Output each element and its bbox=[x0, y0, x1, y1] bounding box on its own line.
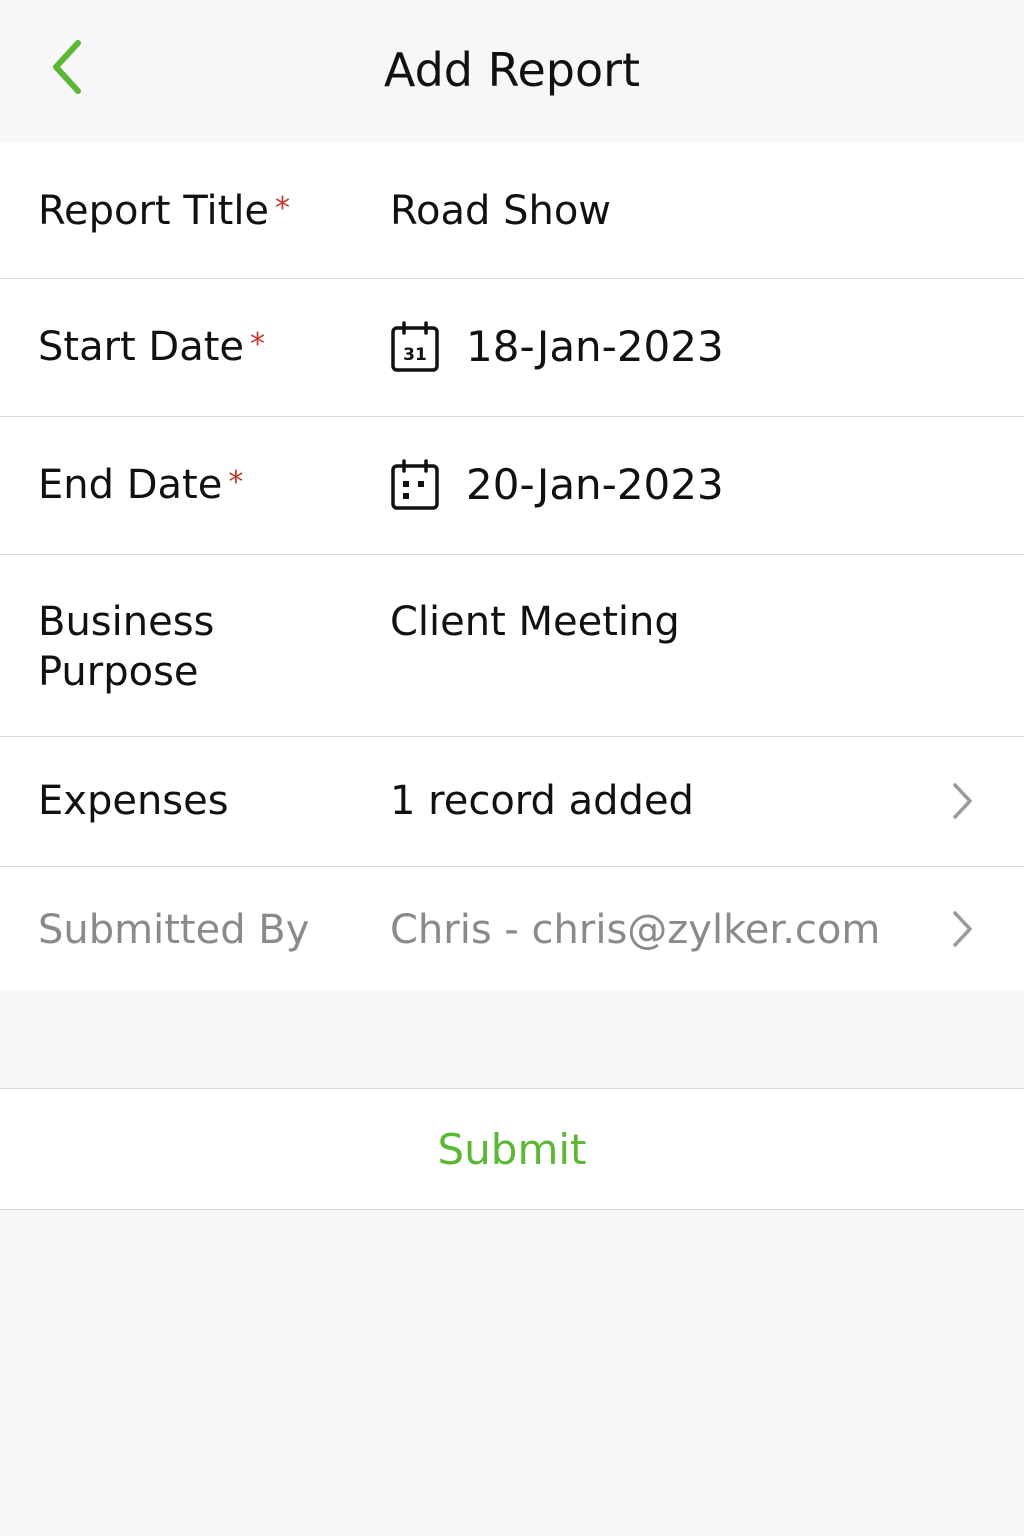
header: Add Report bbox=[0, 0, 1024, 142]
end-date-row[interactable]: End Date * 20-Jan-2023 bbox=[0, 417, 1024, 555]
submit-label: Submit bbox=[437, 1124, 587, 1174]
chevron-right-icon bbox=[950, 781, 974, 821]
required-marker: * bbox=[228, 465, 244, 500]
business-purpose-input[interactable]: Client Meeting bbox=[390, 597, 680, 647]
submitted-by-label: Submitted By bbox=[38, 907, 310, 953]
expenses-row[interactable]: Expenses 1 record added bbox=[0, 737, 1024, 867]
submit-button[interactable]: Submit bbox=[0, 1089, 1024, 1210]
submitted-by-value: Chris - chris@zylker.com bbox=[390, 907, 881, 953]
chevron-right-icon bbox=[950, 909, 974, 949]
end-date-label: End Date * bbox=[38, 462, 244, 508]
report-form: Report Title * Road Show Start Date * 31 1… bbox=[0, 142, 1024, 991]
start-date-field[interactable]: 31 18-Jan-2023 bbox=[390, 321, 724, 373]
page-title: Add Report bbox=[383, 43, 641, 97]
expenses-value: 1 record added bbox=[390, 778, 694, 824]
report-title-input[interactable]: Road Show bbox=[390, 186, 611, 236]
report-title-label: Report Title * bbox=[38, 188, 291, 234]
business-purpose-row[interactable]: Business Purpose Client Meeting bbox=[0, 555, 1024, 737]
start-date-row[interactable]: Start Date * 31 18-Jan-2023 bbox=[0, 279, 1024, 417]
end-date-value: 20-Jan-2023 bbox=[466, 460, 724, 509]
business-purpose-label: Business Purpose bbox=[38, 599, 215, 695]
calendar-day-number: 31 bbox=[403, 345, 427, 365]
calendar-icon[interactable] bbox=[390, 459, 440, 511]
report-title-row[interactable]: Report Title * Road Show bbox=[0, 142, 1024, 279]
start-date-value: 18-Jan-2023 bbox=[466, 322, 724, 371]
required-marker: * bbox=[275, 191, 291, 226]
submitted-by-row[interactable]: Submitted By Chris - chris@zylker.com bbox=[0, 867, 1024, 991]
expenses-label: Expenses bbox=[38, 778, 229, 824]
required-marker: * bbox=[250, 327, 266, 362]
calendar-icon[interactable]: 31 bbox=[390, 321, 440, 373]
end-date-field[interactable]: 20-Jan-2023 bbox=[390, 459, 724, 511]
section-spacer bbox=[0, 990, 1024, 1089]
start-date-label: Start Date * bbox=[38, 324, 266, 370]
